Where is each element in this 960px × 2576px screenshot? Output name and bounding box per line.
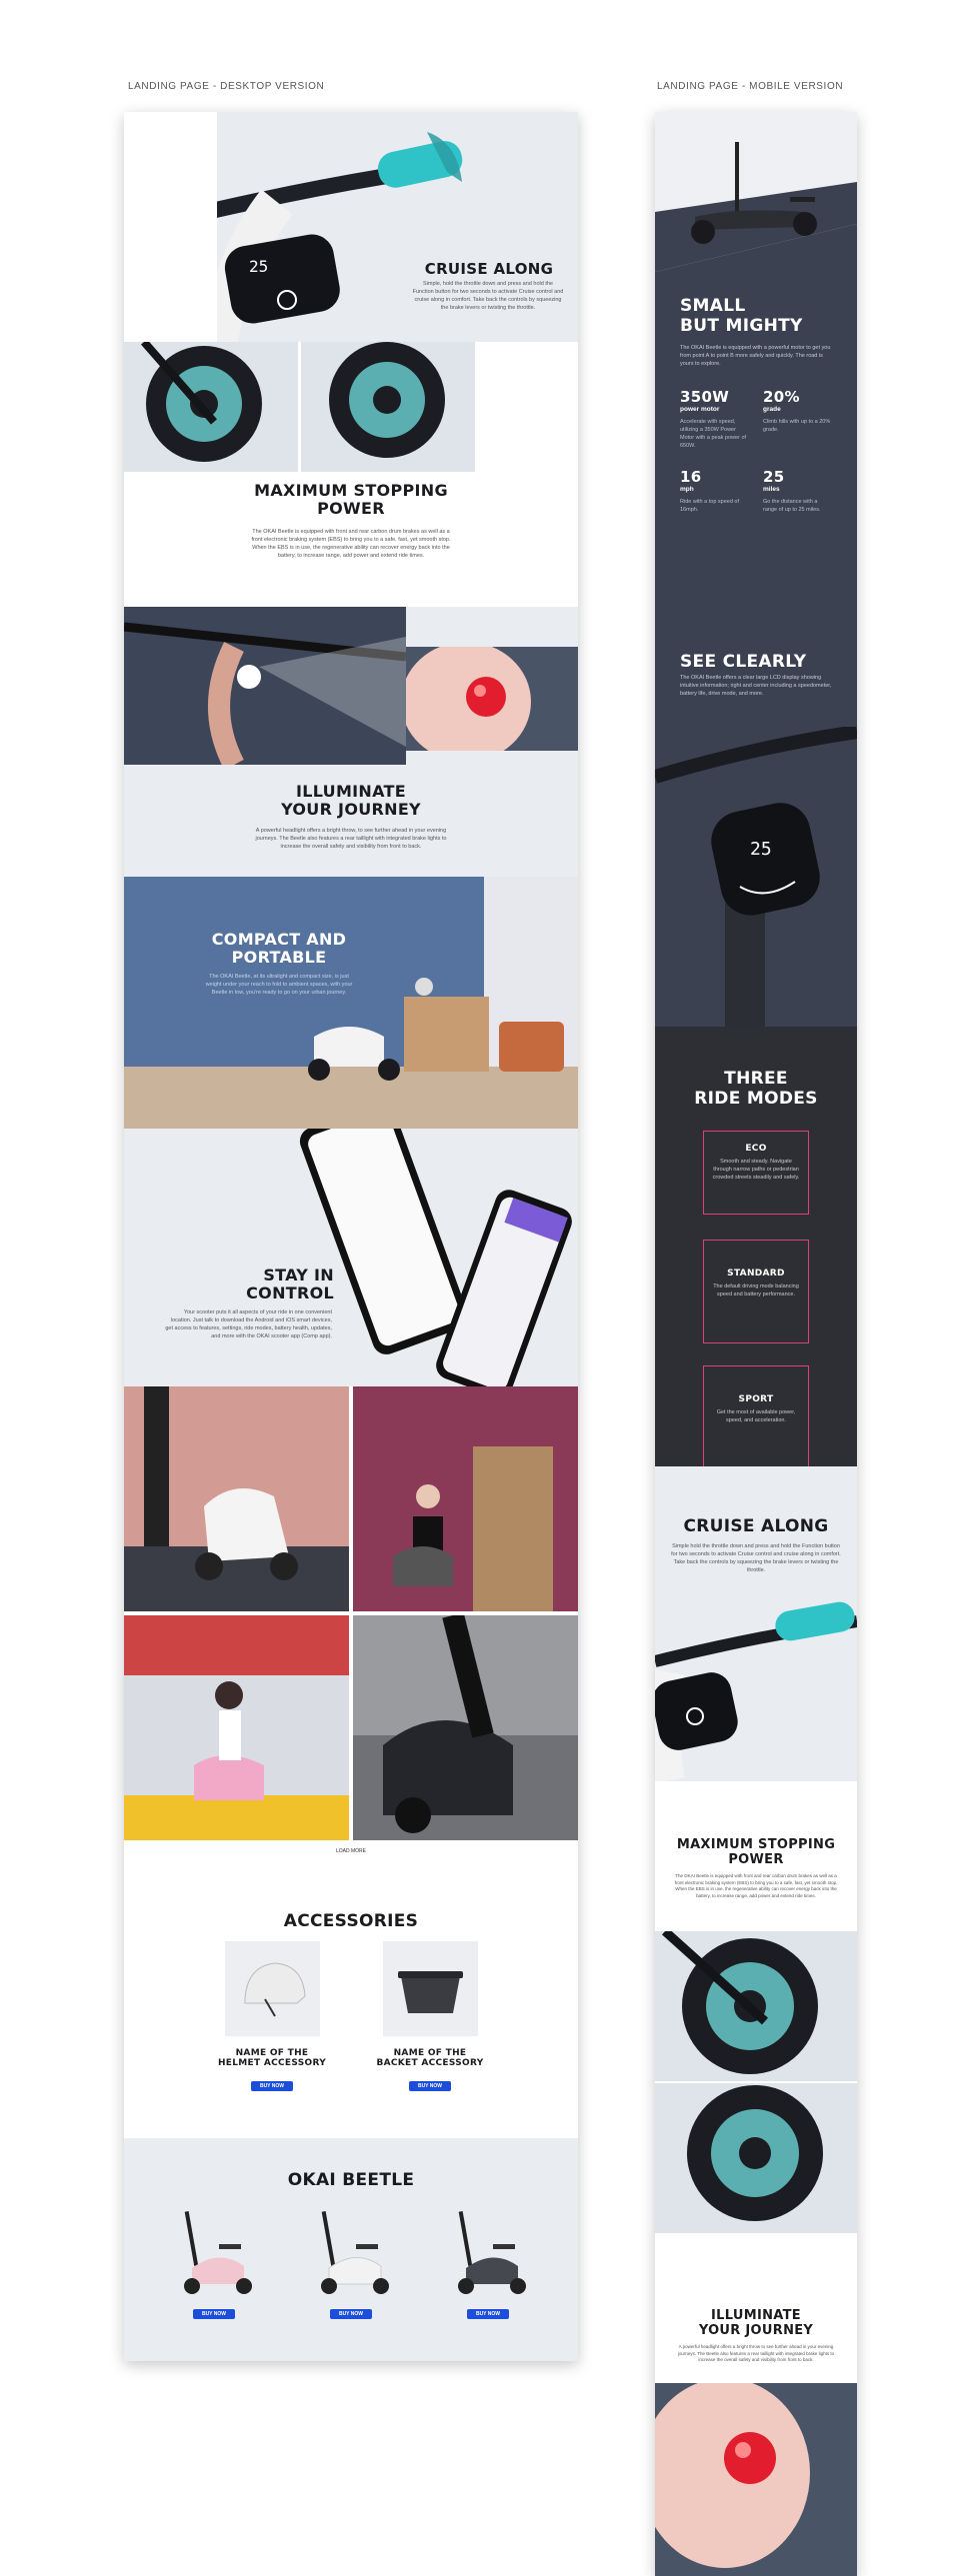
mobile-stopping: MAXIMUM STOPPING POWER The OKAI Beetle i… [655, 1781, 857, 1931]
mobile-display-readout: 25 [750, 839, 772, 860]
mobile-small-text: The OKAI Beetle is equipped with a power… [680, 345, 831, 367]
desktop-illuminate-title-1: ILLUMINATE [295, 782, 406, 801]
desktop-brakes-images [124, 342, 578, 472]
mobile-illuminate: ILLUMINATE YOUR JOURNEY A powerful headl… [655, 2233, 857, 2383]
mode-card-sport[interactable]: SPORT Get the most of available power, s… [703, 1365, 809, 1466]
modes-title-2: RIDE MODES [694, 1089, 818, 1109]
desktop-control-text: Your scooter puts it all aspects of your… [165, 1309, 332, 1339]
beetle-product-white: BUY NOW [301, 2206, 401, 2320]
helmet-name-1: NAME OF THE [235, 2048, 309, 2058]
desktop-compact-section: COMPACT AND PORTABLE The OKAI Beetle, at… [124, 877, 578, 1129]
mobile-see-clearly: SEE CLEARLY The OKAI Beetle offers a cle… [655, 602, 857, 1027]
desktop-accessories-section: ACCESSORIES NAME OF THE HELMET ACCESSORY… [124, 1866, 578, 2151]
stat-range: 25 miles Go the distance with a range of u… [763, 468, 821, 513]
taillight-image [406, 647, 578, 751]
mobile-taillight-image [655, 2383, 857, 2576]
desktop-cruise-text: Simple, hold the throttle down and press… [412, 281, 564, 311]
mobile-hero [655, 112, 857, 272]
beetle-buy-button-2[interactable]: BUY NOW [329, 2309, 373, 2319]
mobile-small-title-1: SMALL [680, 296, 746, 316]
desktop-cruise-section: 25 CRUISE ALONG Simple, hold the throttl… [124, 112, 578, 342]
modes-title-1: THREE [724, 1069, 788, 1089]
beetle-product-black: BUY NOW [438, 2206, 538, 2320]
gallery-photo-4 [353, 1615, 578, 1840]
basket-name-2: BACKET ACCESSORY [376, 2058, 484, 2068]
helmet-name-2: HELMET ACCESSORY [217, 2058, 327, 2068]
desktop-illuminate-title-2: YOUR JOURNEY [281, 800, 421, 819]
desktop-compact-title-1: COMPACT AND [211, 930, 347, 949]
mode-card-eco[interactable]: ECO Smooth and steady. Navigate through … [703, 1131, 809, 1215]
mobile-ride-modes: THREE RIDE MODES ECO Smooth and steady. … [655, 1027, 857, 1466]
desktop-compact-text: The OKAI Beetle, at its ultralight and c… [205, 974, 353, 996]
beetle-buy-button-3[interactable]: BUY NOW [466, 2309, 510, 2319]
mobile-caption: LANDING PAGE - MOBILE VERSION [657, 81, 844, 92]
desktop-page: 25 CRUISE ALONG Simple, hold the throttl… [124, 112, 578, 2361]
stat-power: 350W power motor Accelerate with speed, ut… [680, 388, 747, 449]
mode-card-standard[interactable]: STANDARD The default driving mode balanc… [703, 1240, 809, 1343]
scooter-white-image [321, 2211, 389, 2294]
display-readout: 25 [249, 257, 268, 276]
beetle-title: OKAI BEETLE [287, 2170, 415, 2190]
desktop-illuminate-section: ILLUMINATE YOUR JOURNEY A powerful headl… [124, 607, 578, 877]
desktop-control-title-1: STAY IN [263, 1266, 334, 1285]
stat-grade: 20% grade Climb hills with up to a 20% gra… [763, 388, 831, 433]
mobile-rear-wheel-image [655, 2083, 857, 2233]
beetle-product-pink: BUY NOW [164, 2206, 264, 2320]
desktop-stopping-title-2: POWER [317, 499, 385, 518]
desktop-control-title-2: CONTROL [246, 1284, 334, 1302]
gallery-photo-3 [124, 1615, 349, 1840]
mobile-stopping-title-1: MAXIMUM STOPPING [676, 1837, 836, 1852]
mobile-stopping-text: The OKAI Beetle is equipped with front a… [674, 1873, 838, 1898]
load-more-link[interactable]: LOAD MORE [124, 1848, 578, 1854]
stats-grid: 350W power motor Accelerate with speed, ut… [680, 388, 832, 514]
beetle-buy-button-1[interactable]: BUY NOW [192, 2309, 236, 2319]
mobile-handlebar-image [655, 1601, 857, 1781]
mobile-front-wheel-image [655, 1931, 857, 2081]
scooter-pink-image [184, 2211, 252, 2294]
mobile-small-title-2: BUT MIGHTY [680, 316, 803, 336]
mobile-illuminate-title-1: ILLUMINATE [711, 2308, 801, 2323]
desktop-cruise-title: CRUISE ALONG [424, 260, 554, 278]
basket-name-1: NAME OF THE [393, 2048, 467, 2058]
desktop-control-section: STAY IN CONTROL Your scooter puts it all… [124, 1129, 578, 1386]
basket-image [382, 1941, 478, 2036]
desktop-compact-title-2: PORTABLE [231, 948, 327, 967]
accessory-card-helmet: NAME OF THE HELMET ACCESSORY BUY NOW [202, 1941, 342, 2092]
stat-speed: 16 mph Ride with a top speed of 16mph. [680, 468, 740, 513]
mobile-page: SMALL BUT MIGHTY The OKAI Beetle is equi… [655, 112, 857, 2576]
helmet-buy-button[interactable]: BUY NOW [250, 2081, 294, 2091]
accessory-card-basket: NAME OF THE BACKET ACCESSORY BUY NOW [360, 1941, 500, 2092]
scooter-black-image [458, 2211, 526, 2294]
mobile-stopping-title-2: POWER [728, 1852, 784, 1867]
mobile-display-image: 25 [655, 727, 857, 1027]
desktop-illuminate-text: A powerful headlight offers a bright thr… [255, 828, 447, 850]
desktop-beetle-section: OKAI BEETLE BUY NOW BUY NOW BUY NOW [124, 2138, 578, 2361]
helmet-image [224, 1941, 320, 2036]
front-wheel-image [124, 342, 298, 472]
rear-wheel-image [301, 342, 475, 472]
gallery-photo-1 [124, 1386, 349, 1611]
desktop-stopping-text: The OKAI Beetle is equipped with front a… [251, 529, 451, 559]
desktop-stopping-title-1: MAXIMUM STOPPING [254, 481, 448, 500]
mobile-cruise-text: Simple hold the throttle down and press … [671, 1543, 841, 1573]
basket-buy-button[interactable]: BUY NOW [408, 2081, 452, 2091]
mobile-illuminate-title-2: YOUR JOURNEY [698, 2323, 814, 2338]
desktop-gallery: LOAD MORE [124, 1386, 578, 1866]
accessories-title: ACCESSORIES [283, 1911, 419, 1931]
desktop-stopping-section: MAXIMUM STOPPING POWER The OKAI Beetle i… [124, 472, 578, 607]
mobile-cruise-title: CRUISE ALONG [683, 1516, 829, 1536]
mobile-cruise: CRUISE ALONG Simple hold the throttle do… [655, 1466, 857, 1781]
mobile-small-mighty: SMALL BUT MIGHTY The OKAI Beetle is equi… [655, 272, 857, 602]
headlight-image [124, 607, 406, 765]
gallery-photo-2 [353, 1386, 578, 1611]
mobile-illuminate-text: A powerful headlight offers a bright thr… [677, 2344, 835, 2362]
mobile-see-text: The OKAI Beetle offers a clear large LCD… [680, 675, 832, 697]
desktop-caption: LANDING PAGE - DESKTOP VERSION [128, 81, 325, 92]
mobile-see-title: SEE CLEARLY [680, 652, 807, 672]
